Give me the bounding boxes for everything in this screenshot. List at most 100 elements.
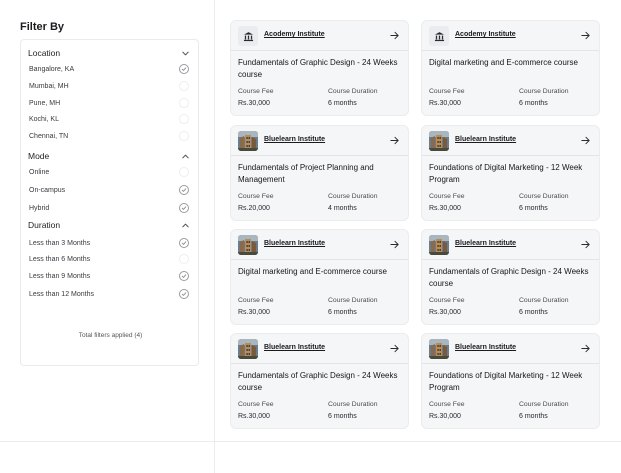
mode-label: Mode <box>28 151 50 161</box>
course-fee-value: Rs.20,000 <box>238 205 270 212</box>
check-circle-icon[interactable] <box>179 238 189 248</box>
course-duration-label: Course Duration <box>519 88 569 95</box>
course-duration-label: Course Duration <box>519 297 569 304</box>
location-option[interactable]: Chennai, TN <box>29 130 189 142</box>
location-label: Location <box>28 48 61 58</box>
duration-option[interactable]: Less than 12 Months <box>29 288 189 300</box>
option-label: Less than 3 Months <box>29 239 91 247</box>
arrow-right-icon[interactable] <box>389 135 400 146</box>
course-card[interactable]: Bluelearn Institute Fundamentals of Proj… <box>230 125 409 221</box>
location-option[interactable]: Bangalore, KA <box>29 63 189 75</box>
course-duration-value: 6 months <box>328 100 357 107</box>
institute-link[interactable]: Acodemy Institute <box>264 31 325 38</box>
mode-section-header[interactable]: Mode <box>28 149 191 163</box>
arrow-right-icon[interactable] <box>389 239 400 250</box>
option-label: Less than 12 Months <box>29 290 94 298</box>
course-duration-value: 6 months <box>328 413 357 420</box>
chevron-up-icon[interactable] <box>179 219 191 231</box>
check-circle-icon[interactable] <box>179 203 189 213</box>
course-fee-value: Rs.30,000 <box>429 205 461 212</box>
option-label: Less than 6 Months <box>29 255 91 263</box>
course-card[interactable]: Bluelearn Institute Fundamentals of Grap… <box>421 229 600 325</box>
check-circle-icon[interactable] <box>179 289 189 299</box>
course-duration-value: 6 months <box>519 100 548 107</box>
mode-option[interactable]: Online <box>29 166 189 178</box>
mode-option[interactable]: Hybrid <box>29 202 189 214</box>
institute-logo <box>429 26 449 46</box>
total-filters-text: Total filters applied (4) <box>78 332 143 339</box>
option-label: Bangalore, KA <box>29 65 75 73</box>
check-circle-icon[interactable] <box>179 64 189 74</box>
arrow-right-icon[interactable] <box>580 30 591 41</box>
radio-icon[interactable] <box>179 81 189 91</box>
course-duration-label: Course Duration <box>519 401 569 408</box>
building-photo-icon <box>429 235 449 255</box>
course-fee-value: Rs.30,000 <box>429 413 461 420</box>
chevron-down-icon[interactable] <box>179 47 191 59</box>
course-title: Fundamentals of Graphic Design - 24 Week… <box>238 58 398 79</box>
chevron-up-icon[interactable] <box>179 150 191 162</box>
course-duration-label: Course Duration <box>519 193 569 200</box>
course-duration-value: 6 months <box>328 309 357 316</box>
institute-link[interactable]: Acodemy Institute <box>455 31 516 38</box>
check-circle-icon[interactable] <box>179 271 189 281</box>
institute-link[interactable]: Bluelearn Institute <box>455 240 516 247</box>
mode-option[interactable]: On-campus <box>29 184 189 196</box>
course-fee-label: Course Fee <box>429 401 465 408</box>
course-card[interactable]: Acodemy Institute Digital marketing and … <box>421 20 600 116</box>
institute-logo <box>238 131 258 151</box>
institute-logo <box>238 26 258 46</box>
arrow-right-icon[interactable] <box>389 30 400 41</box>
institute-link[interactable]: Bluelearn Institute <box>264 240 325 247</box>
course-card[interactable]: Bluelearn Institute Foundations of Digit… <box>421 333 600 429</box>
card-header: Bluelearn Institute <box>231 126 408 156</box>
arrow-right-icon[interactable] <box>580 135 591 146</box>
building-photo-icon <box>238 235 258 255</box>
duration-option[interactable]: Less than 3 Months <box>29 237 189 249</box>
course-duration-value: 6 months <box>519 205 548 212</box>
building-photo-icon <box>429 339 449 359</box>
arrow-right-icon[interactable] <box>580 239 591 250</box>
institute-link[interactable]: Bluelearn Institute <box>264 136 325 143</box>
course-fee-label: Course Fee <box>429 193 465 200</box>
duration-label: Duration <box>28 220 61 230</box>
option-label: Online <box>29 168 50 176</box>
card-header: Bluelearn Institute <box>422 334 599 364</box>
course-fee-value: Rs.30,000 <box>238 413 270 420</box>
course-card[interactable]: Bluelearn Institute Digital marketing an… <box>230 229 409 325</box>
duration-option[interactable]: Less than 9 Months <box>29 270 189 282</box>
radio-icon[interactable] <box>179 98 189 108</box>
institute-link[interactable]: Bluelearn Institute <box>264 344 325 351</box>
duration-section-header[interactable]: Duration <box>28 218 191 232</box>
arrow-right-icon[interactable] <box>580 343 591 354</box>
radio-icon[interactable] <box>179 254 189 264</box>
check-circle-icon[interactable] <box>179 185 189 195</box>
institute-link[interactable]: Bluelearn Institute <box>455 136 516 143</box>
radio-icon[interactable] <box>179 167 189 177</box>
card-header: Bluelearn Institute <box>422 230 599 260</box>
institute-link[interactable]: Bluelearn Institute <box>455 344 516 351</box>
location-option[interactable]: Mumbai, MH <box>29 80 189 92</box>
location-option[interactable]: Kochi, KL <box>29 113 189 125</box>
course-fee-value: Rs.30,000 <box>238 309 270 316</box>
institute-logo <box>238 235 258 255</box>
location-section-header[interactable]: Location <box>28 46 191 60</box>
course-duration-label: Course Duration <box>328 297 378 304</box>
course-fee-label: Course Fee <box>429 297 465 304</box>
course-card[interactable]: Bluelearn Institute Foundations of Digit… <box>421 125 600 221</box>
course-fee-label: Course Fee <box>238 88 274 95</box>
footer-divider <box>0 441 621 442</box>
arrow-right-icon[interactable] <box>389 343 400 354</box>
option-label: Kochi, KL <box>29 115 59 123</box>
duration-option[interactable]: Less than 6 Months <box>29 253 189 265</box>
course-title: Foundations of Digital Marketing - 12 We… <box>429 163 583 184</box>
radio-icon[interactable] <box>179 114 189 124</box>
option-label: Mumbai, MH <box>29 82 69 90</box>
location-option[interactable]: Pune, MH <box>29 97 189 109</box>
radio-icon[interactable] <box>179 131 189 141</box>
course-fee-label: Course Fee <box>238 193 274 200</box>
course-card[interactable]: Bluelearn Institute Fundamentals of Grap… <box>230 333 409 429</box>
course-card[interactable]: Acodemy Institute Fundamentals of Graphi… <box>230 20 409 116</box>
course-fee-label: Course Fee <box>238 401 274 408</box>
institute-logo <box>429 131 449 151</box>
